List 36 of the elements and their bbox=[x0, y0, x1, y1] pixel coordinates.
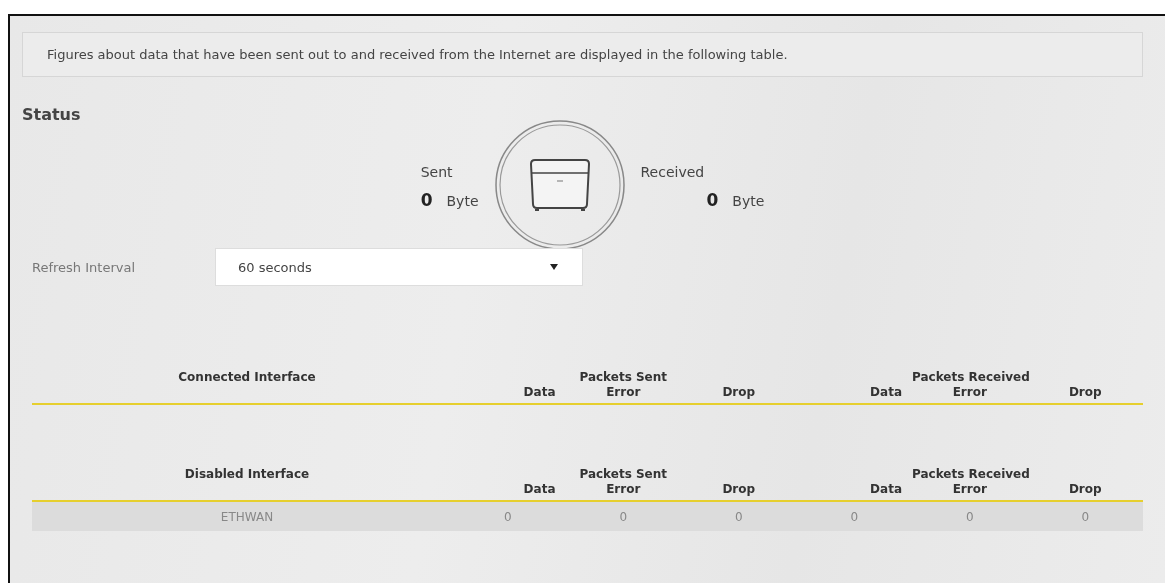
table-cell: 0 bbox=[681, 502, 797, 531]
table-header: Drop bbox=[721, 482, 757, 498]
table-cell: 0 bbox=[565, 502, 681, 531]
table-header: Error bbox=[951, 482, 988, 498]
sent-unit: Byte bbox=[446, 193, 479, 209]
received-unit: Byte bbox=[732, 193, 765, 209]
table-cell: 0 bbox=[912, 502, 1028, 531]
table-header: Error bbox=[605, 482, 642, 498]
sent-value: 0 bbox=[420, 190, 433, 210]
table-header: Packets Sent bbox=[578, 467, 669, 482]
info-message: Figures about data that have been sent out to and received from the Internet are displayed in the following table. bbox=[22, 32, 1143, 77]
table-header: Packets Received bbox=[912, 370, 1028, 385]
refresh-interval-dropdown[interactable]: 60 seconds bbox=[215, 248, 583, 286]
table-header: Disabled Interface bbox=[183, 467, 311, 482]
received-value: 0 bbox=[706, 190, 719, 210]
table-header: Data bbox=[869, 385, 903, 401]
table-header: Drop bbox=[1067, 482, 1103, 498]
table-header: Error bbox=[605, 385, 642, 401]
table-header: Data bbox=[522, 385, 557, 401]
refresh-interval-label: Refresh Interval bbox=[32, 259, 136, 275]
table-header: Drop bbox=[721, 385, 757, 401]
section-title: Status bbox=[22, 105, 81, 124]
received-label: Received bbox=[640, 164, 705, 180]
table-header: Data bbox=[522, 482, 557, 498]
table-cell: 0 bbox=[1027, 502, 1143, 531]
table-header: Connected Interface bbox=[177, 370, 317, 385]
table-header: Packets Sent bbox=[578, 370, 669, 385]
dropdown-caret-icon bbox=[550, 264, 558, 270]
table-cell: 0 bbox=[796, 502, 912, 531]
table-header: Data bbox=[869, 482, 903, 498]
table-header: Error bbox=[951, 385, 988, 401]
sent-label: Sent bbox=[420, 164, 453, 180]
table-header: Packets Received bbox=[912, 467, 1028, 482]
table-cell: ETHWAN bbox=[32, 502, 450, 531]
table-cell: 0 bbox=[450, 502, 566, 531]
table-header: Drop bbox=[1067, 385, 1103, 401]
